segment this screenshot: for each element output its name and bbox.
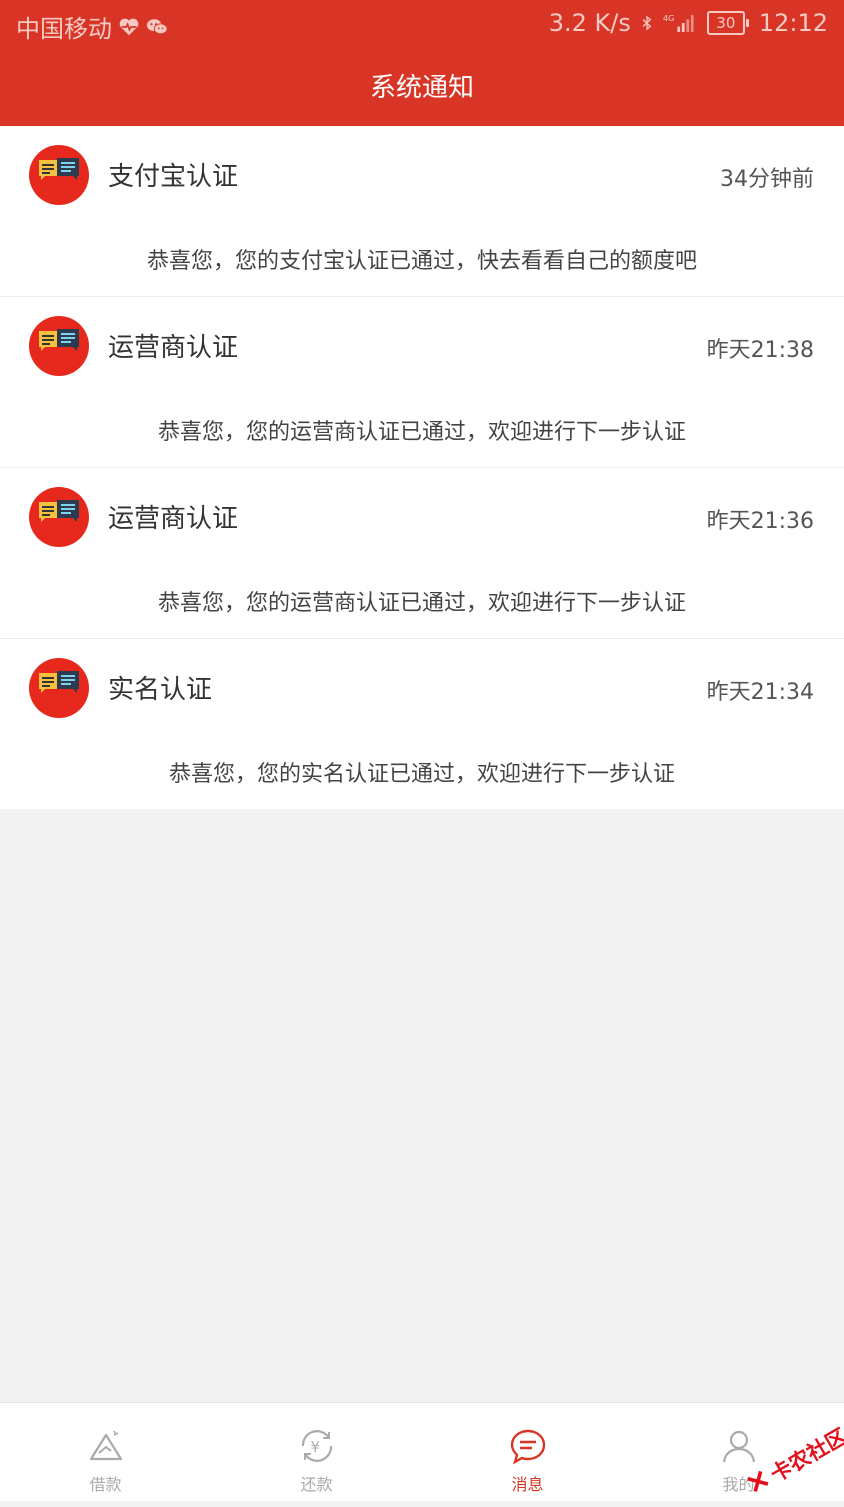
notification-title: 运营商认证 — [108, 333, 239, 363]
status-bar: 中国移动 3.2 K/s 4G 30 12:12 — [0, 0, 844, 50]
notification-item[interactable]: 实名认证 昨天21:34 恭喜您，您的实名认证已通过，欢迎进行下一步认证 — [0, 639, 844, 809]
profile-icon — [722, 1430, 755, 1463]
bottom-nav: 借款 ¥ 还款 消息 我的 — [0, 1402, 844, 1501]
tab-label: 借款 — [89, 1475, 122, 1494]
status-right: 3.2 K/s 4G 30 12:12 — [549, 9, 828, 37]
bluetooth-icon — [642, 15, 652, 31]
message-icon — [510, 1429, 545, 1465]
notification-item[interactable]: 运营商认证 昨天21:38 恭喜您，您的运营商认证已通过，欢迎进行下一步认证 — [0, 297, 844, 468]
notification-list: 支付宝认证 34分钟前 恭喜您，您的支付宝认证已通过，快去看看自己的额度吧 运营… — [0, 126, 844, 809]
wechat-icon — [146, 18, 168, 34]
repay-icon: ¥ — [301, 1430, 332, 1462]
svg-text:4G: 4G — [663, 13, 674, 23]
notification-title: 运营商认证 — [108, 504, 239, 534]
notification-time: 34分钟前 — [720, 167, 814, 192]
message-avatar-icon — [29, 145, 89, 205]
notification-item[interactable]: 运营商认证 昨天21:36 恭喜您，您的运营商认证已通过，欢迎进行下一步认证 — [0, 468, 844, 639]
heart-pulse-icon — [119, 18, 139, 35]
tab-repay[interactable]: ¥ 还款 — [211, 1403, 422, 1501]
carrier-name: 中国移动 — [16, 15, 112, 43]
header: 系统通知 — [0, 50, 844, 126]
4g-signal-icon: 4G — [663, 13, 694, 32]
tab-label: 还款 — [300, 1475, 333, 1494]
message-avatar-icon — [29, 658, 89, 718]
message-avatar-icon — [29, 316, 89, 376]
tab-loan[interactable]: 借款 — [0, 1403, 211, 1501]
notification-body: 恭喜您，您的支付宝认证已通过，快去看看自己的额度吧 — [146, 249, 697, 274]
notification-time: 昨天21:36 — [706, 509, 814, 534]
network-speed: 3.2 K/s — [548, 9, 631, 37]
notification-time: 昨天21:38 — [706, 338, 814, 363]
notification-title: 支付宝认证 — [108, 162, 239, 192]
notification-item[interactable]: 支付宝认证 34分钟前 恭喜您，您的支付宝认证已通过，快去看看自己的额度吧 — [0, 126, 844, 297]
notification-title: 实名认证 — [108, 675, 213, 705]
loan-icon — [89, 1430, 122, 1461]
tab-label: 消息 — [511, 1475, 544, 1494]
notification-body: 恭喜您，您的运营商认证已通过，欢迎进行下一步认证 — [157, 591, 686, 616]
svg-text:¥: ¥ — [310, 1438, 320, 1456]
notification-time: 昨天21:34 — [706, 680, 814, 705]
message-avatar-icon — [29, 487, 89, 547]
page-title: 系统通知 — [369, 73, 474, 103]
notification-body: 恭喜您，您的运营商认证已通过，欢迎进行下一步认证 — [157, 420, 686, 445]
status-left: 中国移动 — [16, 9, 168, 44]
notification-body: 恭喜您，您的实名认证已通过，欢迎进行下一步认证 — [168, 762, 675, 787]
battery-icon: 30 — [706, 11, 749, 35]
tab-message[interactable]: 消息 — [422, 1403, 633, 1501]
clock: 12:12 — [758, 9, 828, 37]
